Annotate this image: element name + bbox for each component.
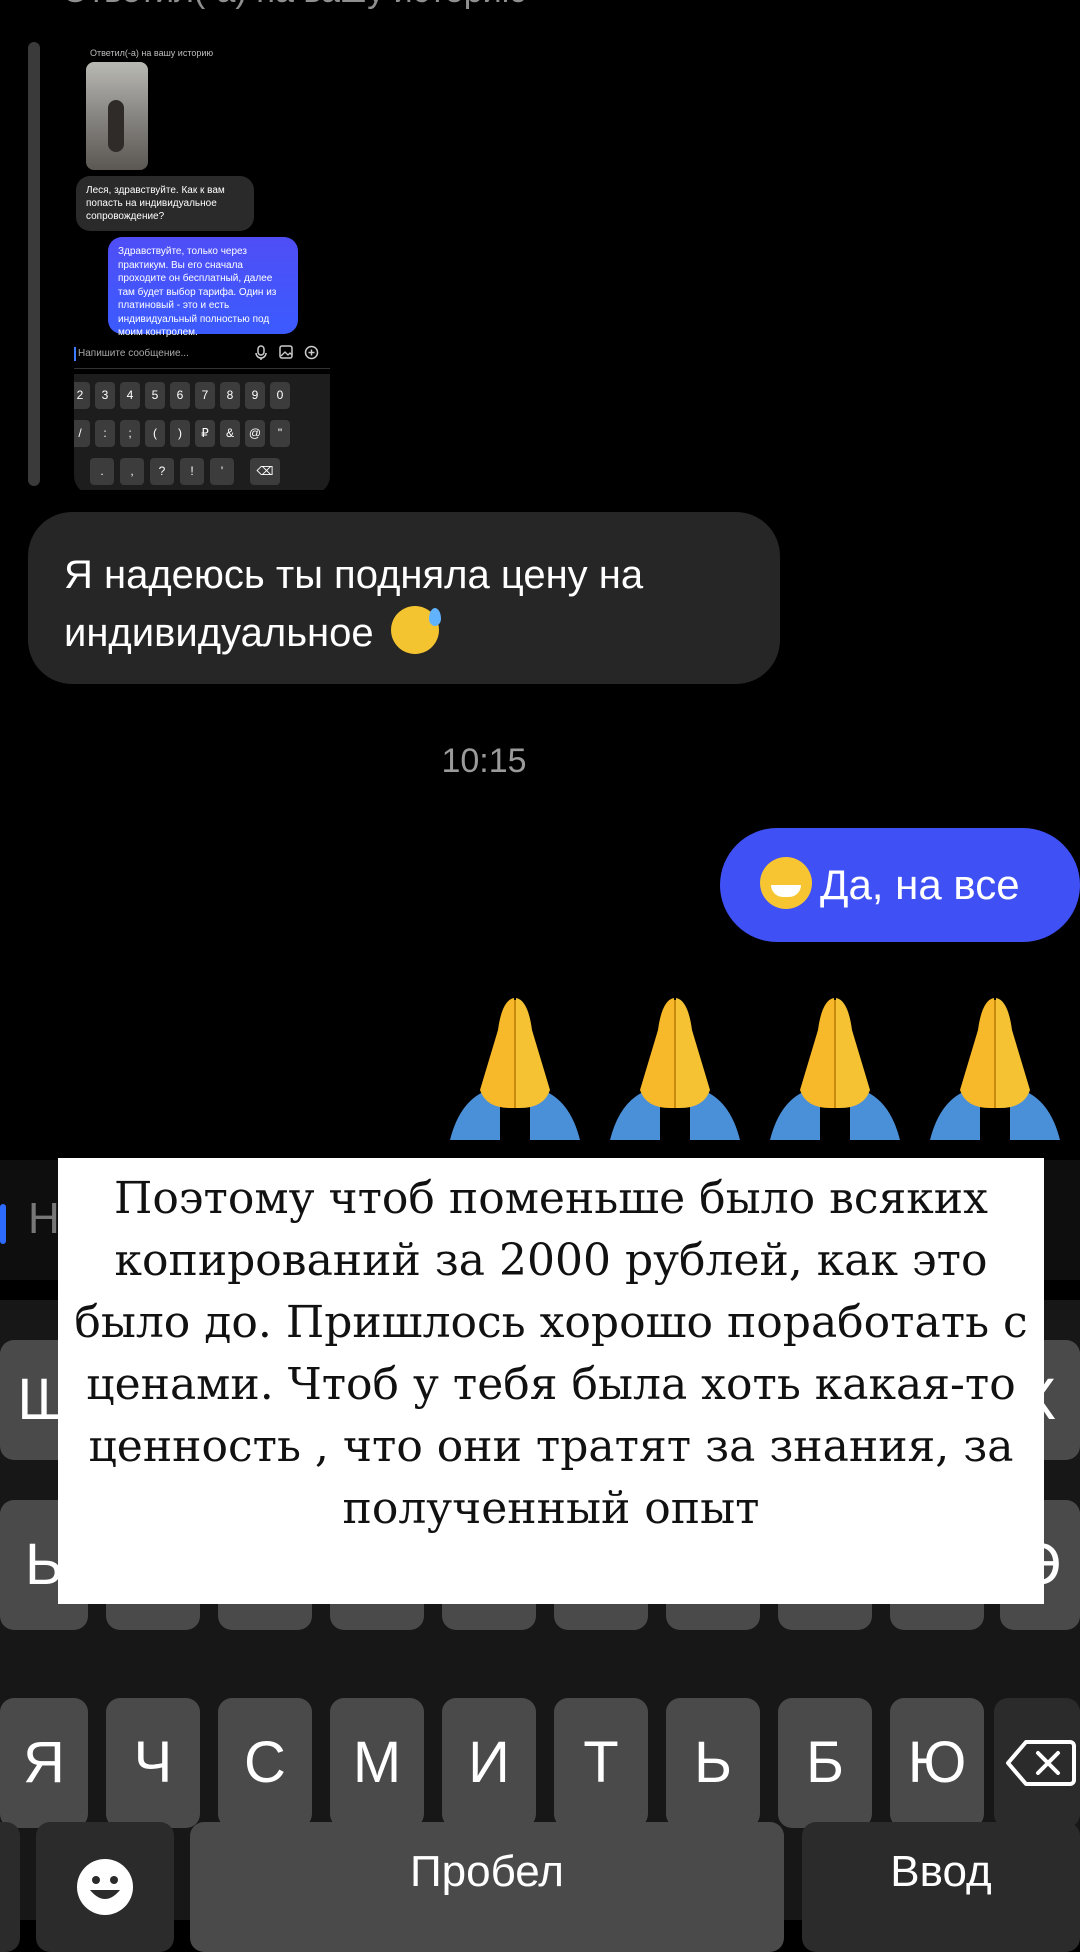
preview-backspace-key: ⌫ (250, 458, 280, 485)
preview-text-cursor (74, 347, 76, 361)
preview-outgoing-bubble: Здравствуйте, только через практикум. Вы… (108, 237, 298, 338)
preview-key: " (270, 420, 290, 447)
preview-incoming-bubble: Леся, здравствуйте. Как к вам попасть на… (76, 176, 254, 231)
incoming-message-bubble[interactable]: Я надеюсь ты подняла цену на индивидуаль… (28, 512, 780, 684)
preview-key: & (220, 420, 240, 447)
outgoing-message-bubble[interactable]: Да, на все (720, 828, 1080, 942)
story-preview[interactable]: Ответил(-а) на вашу историю Леся, здравс… (74, 44, 330, 490)
emoji-message[interactable] (440, 990, 1080, 1140)
keyboard-key[interactable] (0, 1822, 20, 1952)
pray-emoji-icon (610, 998, 740, 1140)
key-te[interactable]: Т (554, 1698, 648, 1828)
preview-key: 8 (220, 382, 240, 409)
preview-key: @ (245, 420, 265, 447)
message-timestamp: 10:15 (441, 742, 527, 780)
preview-key: / (74, 420, 90, 447)
preview-input-placeholder: Напишите сообщение... (78, 348, 189, 359)
backspace-icon (1006, 1740, 1076, 1786)
text-cursor (0, 1204, 6, 1244)
key-em[interactable]: М (330, 1698, 424, 1828)
backspace-key[interactable] (994, 1698, 1080, 1828)
grin-emoji-icon (760, 857, 812, 909)
key-soft-sign-2[interactable]: Ь (666, 1698, 760, 1828)
preview-key: : (95, 420, 115, 447)
preview-key: 0 (270, 382, 290, 409)
key-be[interactable]: Б (778, 1698, 872, 1828)
key-es[interactable]: С (218, 1698, 312, 1828)
preview-key: ₽ (195, 420, 215, 447)
preview-key: 5 (145, 382, 165, 409)
preview-key: 7 (195, 382, 215, 409)
emoji-face-icon (77, 1859, 133, 1915)
enter-key[interactable]: Ввод (802, 1822, 1080, 1952)
story-reply-header: Ответил(-а) на вашу историю (62, 0, 527, 11)
reply-quote-bar (28, 42, 40, 486)
key-ya[interactable]: Я (0, 1698, 88, 1828)
preview-message-input: Напишите сообщение... (74, 342, 330, 369)
pray-emoji-icon (770, 998, 900, 1140)
preview-key: ; (120, 420, 140, 447)
emoji-key[interactable] (36, 1822, 174, 1952)
preview-key: ? (150, 458, 174, 485)
pray-emoji-icon (930, 998, 1060, 1140)
plus-circle-icon (302, 345, 320, 363)
preview-key: 2 (74, 382, 90, 409)
space-key[interactable]: Пробел (190, 1822, 784, 1952)
key-i[interactable]: И (442, 1698, 536, 1828)
preview-key: , (120, 458, 144, 485)
preview-key: ) (170, 420, 190, 447)
preview-key: . (90, 458, 114, 485)
pray-emoji-icon (450, 998, 580, 1140)
sweat-smile-emoji-icon (390, 606, 441, 654)
key-che[interactable]: Ч (106, 1698, 200, 1828)
preview-key: 3 (95, 382, 115, 409)
preview-key: 6 (170, 382, 190, 409)
story-caption-overlay: Поэтому чтоб поменьше было всяких копиро… (58, 1158, 1044, 1604)
outgoing-message-text: Да, на все (820, 861, 1020, 908)
preview-header: Ответил(-а) на вашу историю (90, 48, 214, 58)
preview-key: 4 (120, 382, 140, 409)
preview-key: ' (210, 458, 234, 485)
mic-icon (252, 345, 270, 363)
image-icon (277, 345, 295, 363)
input-text: Н (28, 1194, 60, 1243)
preview-key: 9 (245, 382, 265, 409)
key-yu[interactable]: Ю (890, 1698, 984, 1828)
preview-story-thumbnail (86, 62, 148, 170)
preview-key: ( (145, 420, 165, 447)
preview-key: ! (180, 458, 204, 485)
incoming-message-text: Я надеюсь ты подняла цену на индивидуаль… (64, 553, 644, 655)
preview-keyboard: 2 3 4 5 6 7 8 9 0 / : ; ( ) ₽ & @ " . , … (74, 374, 330, 490)
